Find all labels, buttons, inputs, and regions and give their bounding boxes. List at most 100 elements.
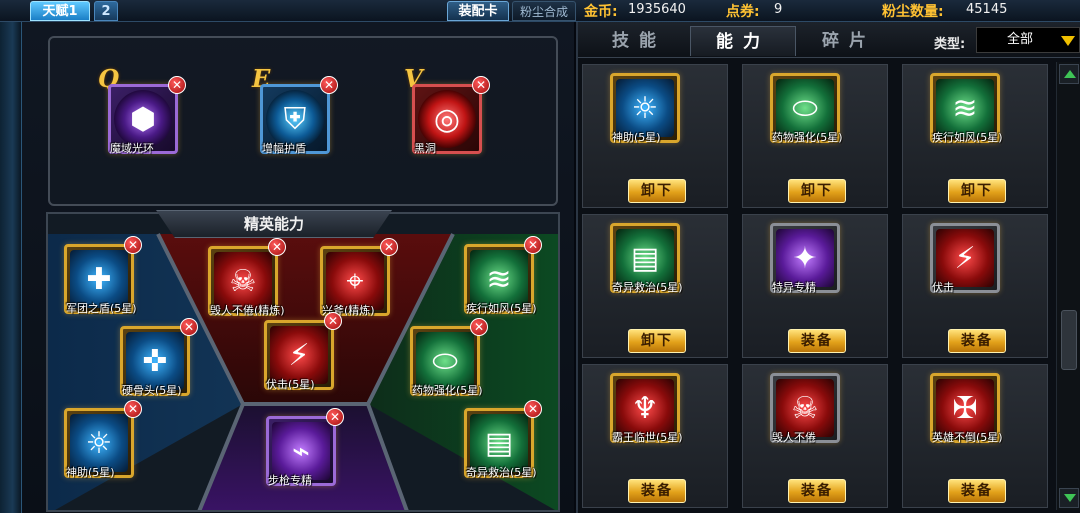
ability-card: ✠ 英雄不倒(5星) 装备 [902, 364, 1048, 508]
close-icon[interactable]: ✕ [320, 76, 338, 94]
unequip-button[interactable]: 卸下 [628, 179, 686, 203]
hotkey-v-label: 黑洞 [414, 142, 436, 155]
equip-button[interactable]: 装备 [788, 479, 846, 503]
scrollbar-thumb[interactable] [1061, 310, 1077, 370]
ability-label: 神助(5星) [612, 131, 661, 144]
gold-value: 1935640 [628, 2, 686, 17]
elite-slot-label: 药物强化(5星) [412, 384, 483, 397]
close-icon[interactable]: ✕ [470, 318, 488, 336]
equip-button[interactable]: 装备 [948, 479, 1006, 503]
equip-button[interactable]: 装备 [628, 479, 686, 503]
ability-inventory-panel: 技能 能力 碎片 类型: 全部 ☼ 神助(5星) 卸下 ⬭ 药物强化(5星) 卸… [576, 22, 1080, 513]
chevron-down-icon[interactable] [1061, 36, 1075, 46]
tab-abilities[interactable]: 能力 [690, 26, 796, 56]
ability-card: ♆ 霸王临世(5星) 装备 [582, 364, 728, 508]
ability-label: 特异专精 [772, 281, 816, 294]
ability-card: ≋ 疾行如风(5星) 卸下 [902, 64, 1048, 208]
elite-slot[interactable]: ⌁ 步枪专精 ✕ [266, 408, 344, 487]
ability-label: 疾行如风(5星) [932, 131, 1003, 144]
elite-slot-label: 毁人不倦(精炼) [210, 304, 285, 317]
unequip-button[interactable]: 卸下 [628, 329, 686, 353]
close-icon[interactable]: ✕ [124, 400, 142, 418]
close-icon[interactable]: ✕ [524, 236, 542, 254]
ability-card: ☼ 神助(5星) 卸下 [582, 64, 728, 208]
tab-fragments[interactable]: 碎片 [796, 26, 902, 56]
elite-ability-title: 精英能力 [156, 210, 392, 238]
unequip-button[interactable]: 卸下 [948, 179, 1006, 203]
type-filter-label: 类型: [934, 37, 966, 52]
hotkey-e-slot[interactable]: ⛨ 增幅护盾 ✕ [260, 76, 338, 155]
ability-label: 伏击 [932, 281, 954, 294]
close-icon[interactable]: ✕ [380, 238, 398, 256]
elite-slot[interactable]: ≋ 疾行如风(5星) ✕ [464, 236, 542, 315]
close-icon[interactable]: ✕ [324, 312, 342, 330]
elite-slot[interactable]: ☠ 毁人不倦(精炼) ✕ [208, 238, 286, 317]
hotkey-q-label: 魔域光环 [110, 142, 154, 155]
close-icon[interactable]: ✕ [124, 236, 142, 254]
ability-card: ⚡ 伏击 装备 [902, 214, 1048, 358]
elite-slot-label: 硬骨头(5星) [122, 384, 182, 397]
equip-button[interactable]: 装备 [948, 329, 1006, 353]
ability-tab-bar: 技能 能力 碎片 类型: 全部 [578, 22, 1080, 58]
ability-icon-frame[interactable]: ☼ 神助(5星) [610, 73, 680, 144]
elite-slot[interactable]: ⌖ 兴斧(精炼) ✕ [320, 238, 398, 317]
ability-icon-frame[interactable]: ≋ 疾行如风(5星) [930, 73, 1003, 144]
ability-label: 药物强化(5星) [772, 131, 843, 144]
panel-edge [0, 22, 22, 513]
ability-label: 奇异救治(5星) [612, 281, 683, 294]
elite-slot-label: 伏击(5星) [266, 378, 315, 391]
elite-slot-label: 军团之盾(5星) [66, 302, 137, 315]
top-bar: 天赋1 2 装配卡 粉尘合成 金币: 1935640 点券: 9 粉尘数量: 4… [0, 0, 1080, 22]
elite-slot[interactable]: ✜ 硬骨头(5星) ✕ [120, 318, 198, 397]
ability-icon-frame[interactable]: ✠ 英雄不倒(5星) [930, 373, 1003, 444]
close-icon[interactable]: ✕ [180, 318, 198, 336]
elite-slot[interactable]: ☼ 神助(5星) ✕ [64, 400, 142, 479]
ability-card: ✦ 特异专精 装备 [742, 214, 888, 358]
close-icon[interactable]: ✕ [326, 408, 344, 426]
scroll-down-icon[interactable] [1059, 488, 1079, 508]
hotkey-e-label: 增幅护盾 [262, 142, 306, 155]
dust-label: 粉尘数量: [882, 4, 944, 20]
ability-icon-frame[interactable]: ✦ 特异专精 [770, 223, 840, 294]
elite-slot-label: 步枪专精 [268, 474, 312, 487]
ability-card: ▤ 奇异救治(5星) 卸下 [582, 214, 728, 358]
elite-slot[interactable]: ▤ 奇异救治(5星) ✕ [464, 400, 542, 479]
ability-icon-frame[interactable]: ⬭ 药物强化(5星) [770, 73, 843, 144]
tab-talent-1[interactable]: 天赋1 [30, 1, 90, 21]
elite-slot[interactable]: ⬭ 药物强化(5星) ✕ [410, 318, 488, 397]
elite-slot[interactable]: ⚡ 伏击(5星) ✕ [264, 312, 342, 391]
ability-card: ☠ 毁人不倦 装备 [742, 364, 888, 508]
ability-icon-frame[interactable]: ☠ 毁人不倦 [770, 373, 840, 444]
gold-label: 金币: [584, 4, 618, 20]
tab-talent-2[interactable]: 2 [94, 1, 118, 21]
close-icon[interactable]: ✕ [168, 76, 186, 94]
close-icon[interactable]: ✕ [524, 400, 542, 418]
scroll-up-icon[interactable] [1059, 64, 1079, 84]
ability-label: 霸王临世(5星) [612, 431, 683, 444]
elite-slot-label: 疾行如风(5星) [466, 302, 537, 315]
equip-button[interactable]: 装备 [788, 329, 846, 353]
ability-icon-frame[interactable]: ♆ 霸王临世(5星) [610, 373, 683, 444]
tab-skills[interactable]: 技能 [586, 26, 692, 56]
ability-icon-frame[interactable]: ⚡ 伏击 [930, 223, 1000, 294]
type-filter-value: 全部 [1007, 32, 1034, 47]
ability-icon-frame[interactable]: ▤ 奇异救治(5星) [610, 223, 683, 294]
elite-slot[interactable]: ✚ 军团之盾(5星) ✕ [64, 236, 142, 315]
voucher-label: 点券: [726, 4, 760, 20]
hotkey-q-slot[interactable]: ⬢ 魔域光环 ✕ [108, 76, 186, 155]
type-filter-select[interactable]: 全部 [976, 27, 1080, 53]
talent-panel: Q ⬢ 魔域光环 ✕ E ⛨ 增幅护盾 ✕ V ◎ 黑洞 ✕ 精英能力 ✚ 军团… [0, 22, 574, 513]
scrollbar[interactable] [1056, 62, 1080, 510]
close-icon[interactable]: ✕ [472, 76, 490, 94]
close-icon[interactable]: ✕ [268, 238, 286, 256]
tab-equip-card[interactable]: 装配卡 [447, 1, 509, 21]
elite-slot-label: 奇异救治(5星) [466, 466, 537, 479]
voucher-value: 9 [774, 2, 783, 17]
dust-value: 45145 [966, 2, 1008, 17]
ability-label: 英雄不倒(5星) [932, 431, 1003, 444]
hotkey-v-slot[interactable]: ◎ 黑洞 ✕ [412, 76, 490, 155]
tab-dust-synthesis[interactable]: 粉尘合成 [512, 1, 576, 21]
unequip-button[interactable]: 卸下 [788, 179, 846, 203]
ability-card: ⬭ 药物强化(5星) 卸下 [742, 64, 888, 208]
ability-label: 毁人不倦 [772, 431, 816, 444]
